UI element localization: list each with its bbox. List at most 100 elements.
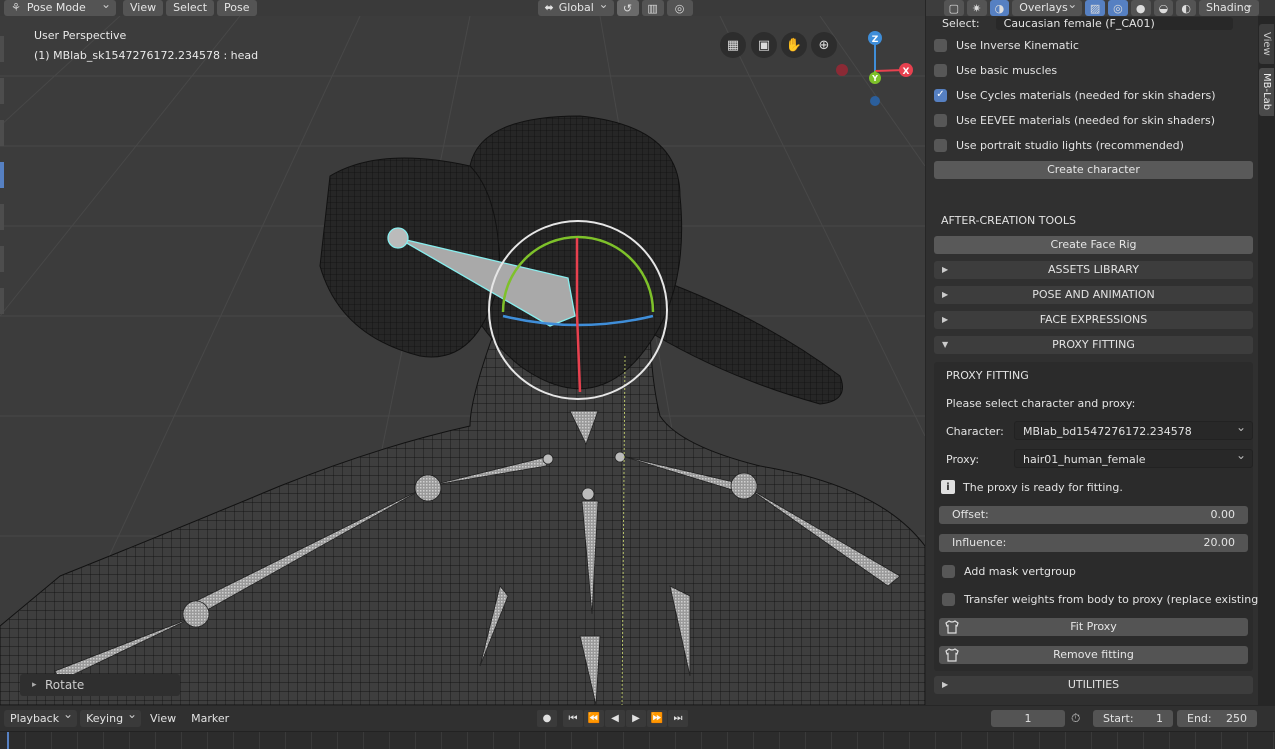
shirt-icon — [945, 648, 959, 662]
playback-menu[interactable]: Playback — [4, 706, 78, 727]
pose-menu[interactable]: Pose — [217, 0, 257, 16]
proxy-fitting-panel[interactable]: ▼ PROXY FITTING — [934, 336, 1253, 354]
ruler-tick — [25, 732, 26, 749]
ruler-tick — [441, 732, 442, 749]
ruler-tick — [935, 732, 936, 749]
overlays-dropdown[interactable]: Overlays — [1012, 0, 1083, 16]
solid-shading-icon[interactable]: ● — [1130, 0, 1151, 16]
view-menu[interactable]: View — [123, 0, 164, 16]
axis-y-label: Y — [871, 74, 878, 83]
ruler-tick — [363, 732, 364, 749]
proportional-edit-icon[interactable]: ◎ — [666, 0, 693, 16]
transfer-weights-checkbox[interactable] — [942, 592, 955, 606]
character-dropdown[interactable]: MBlab_bd1547276172.234578 — [1014, 418, 1253, 440]
toolbar-strip[interactable] — [0, 36, 6, 376]
ruler-tick — [1091, 732, 1092, 749]
wireframe-shading-icon[interactable]: ◎ — [1108, 0, 1128, 16]
add-mask-checkbox[interactable] — [942, 564, 955, 578]
ruler-tick — [1143, 732, 1144, 749]
mode-selector[interactable]: ⚘ Pose Mode — [4, 0, 116, 16]
influence-field[interactable]: Influence: 20.00 — [939, 534, 1248, 552]
play-reverse-icon[interactable]: ◀ — [605, 710, 625, 727]
shirt-icon — [945, 620, 959, 634]
scene-canvas[interactable]: Z X Y — [0, 16, 925, 705]
inverse-kinematic-checkbox[interactable] — [934, 38, 947, 52]
remove-fitting-button[interactable]: Remove fitting — [939, 646, 1248, 664]
end-frame-field[interactable]: End: 250 — [1177, 710, 1257, 727]
basic-muscles-checkbox[interactable] — [934, 63, 947, 77]
ruler-tick — [1247, 732, 1248, 749]
ruler-tick — [285, 732, 286, 749]
overlays-icon[interactable]: ◑ — [989, 0, 1010, 16]
select-menu[interactable]: Select — [166, 0, 215, 16]
offset-field[interactable]: Offset: 0.00 — [939, 506, 1248, 524]
tab-mb-lab[interactable]: MB-Lab — [1259, 68, 1274, 116]
cycles-materials-checkbox[interactable] — [934, 88, 947, 102]
3d-viewport[interactable]: Z X Y User Perspective (1) MBlab_sk15472… — [0, 16, 925, 705]
tab-view[interactable]: View — [1259, 24, 1274, 64]
pivot-point-icon[interactable]: ↺ — [616, 0, 639, 16]
ruler-tick — [571, 732, 572, 749]
transfer-weights-row[interactable]: Transfer weights from body to proxy (rep… — [942, 589, 1262, 609]
create-face-rig-button[interactable]: Create Face Rig — [934, 236, 1253, 254]
material-shading-icon[interactable]: ◒ — [1153, 0, 1174, 16]
transform-orientation-dropdown[interactable]: ⬌ Global — [537, 0, 614, 16]
n-panel-sidebar: ▢ ✷ ◑ Overlays ▨ ◎ ● ◒ ◐ Shading Select:… — [925, 0, 1262, 705]
stopwatch-icon[interactable]: ⏱ — [1071, 710, 1089, 727]
create-character-button[interactable]: Create character — [934, 161, 1253, 179]
gizmo-icon[interactable]: ✷ — [966, 0, 987, 16]
option-eevee-materials[interactable]: Use EEVEE materials (needed for skin sha… — [934, 110, 1215, 130]
next-keyframe-icon[interactable]: ⏩ — [647, 710, 667, 727]
ruler-tick — [857, 732, 858, 749]
ruler-tick — [623, 732, 624, 749]
ruler-tick — [155, 732, 156, 749]
keying-menu[interactable]: Keying — [80, 706, 142, 727]
face-expressions-panel[interactable]: ▶ FACE EXPRESSIONS — [934, 311, 1253, 329]
hand-icon[interactable]: ✋ — [781, 32, 807, 58]
playhead[interactable] — [7, 732, 9, 749]
ruler-tick — [1273, 732, 1274, 749]
last-operator-panel[interactable]: Rotate — [20, 674, 180, 696]
after-creation-title: AFTER-CREATION TOOLS — [941, 213, 1076, 227]
info-icon: i — [941, 480, 955, 494]
pose-mode-icon: ⚘ — [11, 1, 21, 14]
ruler-tick — [831, 732, 832, 749]
snap-icon[interactable]: ▥ — [641, 0, 664, 16]
zoom-icon[interactable]: ⊕ — [811, 32, 837, 58]
option-portrait-lights[interactable]: Use portrait studio lights (recommended) — [934, 135, 1184, 155]
grid-icon[interactable]: ▦ — [720, 32, 746, 58]
option-basic-muscles[interactable]: Use basic muscles — [934, 60, 1057, 80]
rendered-shading-icon[interactable]: ◐ — [1176, 0, 1196, 16]
ruler-tick — [545, 732, 546, 749]
option-inverse-kinematic[interactable]: Use Inverse Kinematic — [934, 35, 1079, 55]
proxy-dropdown[interactable]: hair01_human_female — [1014, 446, 1253, 468]
shading-dropdown[interactable]: Shading — [1199, 0, 1259, 16]
ruler-tick — [649, 732, 650, 749]
ruler-tick — [103, 732, 104, 749]
ruler-tick — [1221, 732, 1222, 749]
camera-icon[interactable]: ▣ — [751, 32, 777, 58]
record-icon[interactable]: ● — [537, 710, 557, 727]
ruler-tick — [597, 732, 598, 749]
jump-end-icon[interactable]: ⏭ — [668, 710, 688, 727]
utilities-panel[interactable]: ▶ UTILITIES — [934, 676, 1253, 694]
object-types-icon[interactable]: ▢ — [944, 0, 964, 16]
character-type-dropdown[interactable]: Caucasian female (F_CA01) — [995, 16, 1233, 30]
current-frame-field[interactable]: 1 — [991, 710, 1065, 727]
fit-proxy-button[interactable]: Fit Proxy — [939, 618, 1248, 636]
xray-icon[interactable]: ▨ — [1085, 0, 1105, 16]
prev-keyframe-icon[interactable]: ⏪ — [584, 710, 604, 727]
marker-menu[interactable]: Marker — [185, 710, 235, 727]
timeline-view-menu[interactable]: View — [144, 710, 182, 727]
timeline-ruler[interactable] — [0, 731, 1275, 749]
assets-library-panel[interactable]: ▶ ASSETS LIBRARY — [934, 261, 1253, 279]
pose-animation-panel[interactable]: ▶ POSE AND ANIMATION — [934, 286, 1253, 304]
add-mask-row[interactable]: Add mask vertgroup — [942, 561, 1076, 581]
start-frame-field[interactable]: Start: 1 — [1093, 710, 1173, 727]
option-cycles-materials[interactable]: Use Cycles materials (needed for skin sh… — [934, 85, 1216, 105]
eevee-materials-checkbox[interactable] — [934, 113, 947, 127]
jump-start-icon[interactable]: ⏮ — [563, 710, 583, 727]
play-icon[interactable]: ▶ — [626, 710, 646, 727]
portrait-lights-checkbox[interactable] — [934, 138, 947, 152]
viewport-object-label: (1) MBlab_sk1547276172.234578 : head — [34, 49, 259, 62]
